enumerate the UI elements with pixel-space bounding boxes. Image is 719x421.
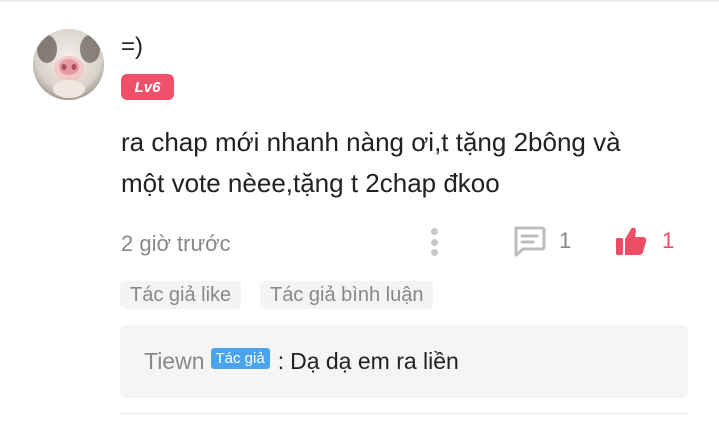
author-liked-tag: Tác giả like	[120, 281, 242, 309]
reply-count: 1	[559, 228, 572, 253]
reply-author-name[interactable]: Tiewn	[144, 348, 205, 375]
more-vertical-icon-dot	[430, 228, 438, 235]
top-divider	[0, 0, 719, 2]
like-button[interactable]: 1	[614, 224, 674, 258]
reply-button[interactable]: 1	[512, 224, 571, 258]
comment-text-line-1: ra chap mới nhanh nàng ơi,t tặng 2bông v…	[121, 127, 621, 157]
comment-icon	[514, 226, 546, 257]
author-badge: Tác giả	[210, 348, 270, 369]
like-count: 1	[662, 228, 675, 253]
avatar-image	[33, 29, 104, 100]
thumbs-up-icon	[616, 227, 647, 255]
reply-text: Dạ dạ em ra liền	[290, 348, 459, 374]
avatar[interactable]	[33, 29, 104, 100]
comment-text-line-2: một vote nèee,tặng t 2chap đkoo	[121, 168, 500, 198]
comment-text: ra chap mới nhanh nàng ơi,t tặng 2bông v…	[121, 122, 681, 204]
bottom-divider	[120, 413, 688, 414]
level-badge: Lv6	[121, 74, 174, 100]
author-commented-tag: Tác giả bình luận	[260, 281, 434, 309]
more-options-button[interactable]	[421, 226, 447, 258]
author-reply[interactable]: Tiewn Tác giả : Dạ dạ em ra liền	[120, 325, 688, 398]
comment-timestamp: 2 giờ trước	[121, 231, 231, 256]
reply-separator: :	[277, 348, 285, 374]
username[interactable]: =)	[121, 33, 143, 61]
more-vertical-icon-dot	[430, 249, 438, 256]
more-vertical-icon-dot	[430, 238, 438, 246]
